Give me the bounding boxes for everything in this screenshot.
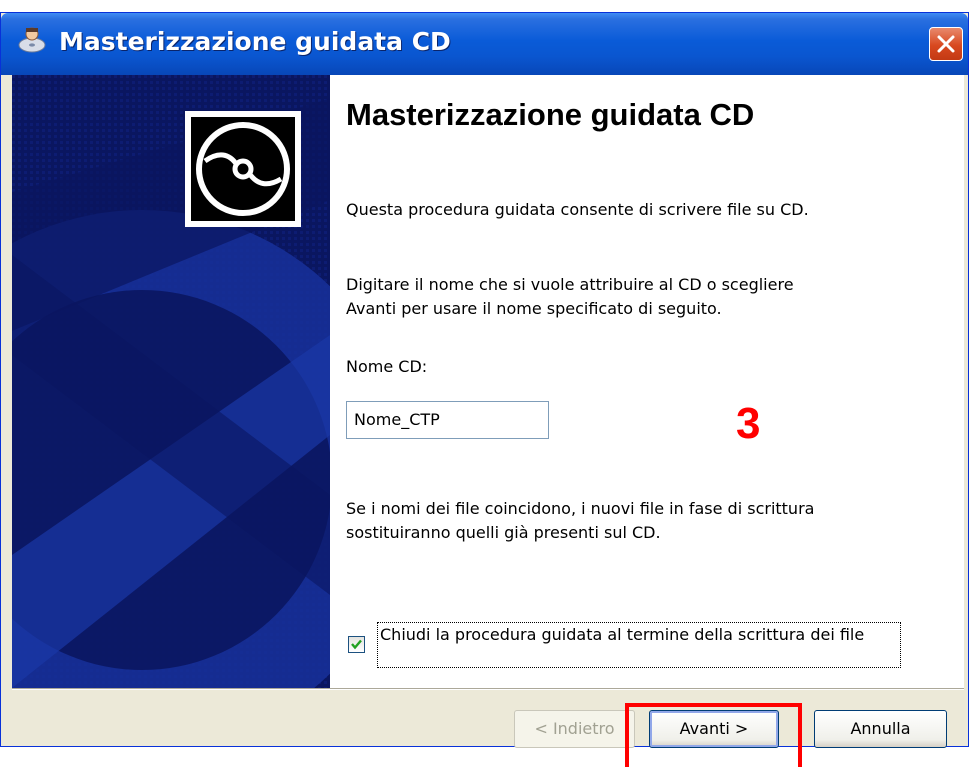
warning-line-1: Se i nomi dei file coincidono, i nuovi f… [346, 499, 815, 518]
close-icon [937, 35, 955, 53]
close-wizard-checkbox[interactable] [348, 636, 365, 653]
page-title: Masterizzazione guidata CD [346, 97, 755, 132]
instructions-line-2: Avanti per usare il nome specificato di … [346, 299, 722, 318]
cancel-button[interactable]: Annulla [814, 710, 947, 748]
wizard-window: Masterizzazione guidata CD Masterizzazio… [0, 12, 969, 748]
cd-name-input[interactable] [347, 402, 534, 436]
close-button[interactable] [929, 27, 963, 61]
back-button[interactable]: < Indietro [514, 710, 635, 748]
cd-disc-icon [185, 111, 301, 227]
step-number-annotation: 3 [736, 399, 761, 448]
cd-name-label: Nome CD: [346, 357, 428, 376]
window-title: Masterizzazione guidata CD [59, 27, 451, 56]
cd-name-field[interactable] [346, 401, 549, 439]
title-bar[interactable]: Masterizzazione guidata CD [1, 13, 968, 75]
intro-text: Questa procedura guidata consente di scr… [346, 200, 809, 219]
cd-burn-icon [18, 27, 46, 53]
warning-line-2: sostituiranno quelli già presenti sul CD… [346, 523, 661, 542]
next-button-highlight [625, 703, 802, 767]
close-wizard-label[interactable]: Chiudi la procedura guidata al termine d… [377, 622, 901, 668]
close-wizard-option[interactable]: Chiudi la procedura guidata al termine d… [344, 622, 904, 670]
instructions-line-1: Digitare il nome che si vuole attribuire… [346, 275, 794, 294]
wizard-banner [12, 75, 330, 688]
wizard-content: Masterizzazione guidata CD Questa proced… [330, 75, 964, 688]
divider [12, 688, 964, 690]
checkmark-icon [351, 639, 362, 650]
